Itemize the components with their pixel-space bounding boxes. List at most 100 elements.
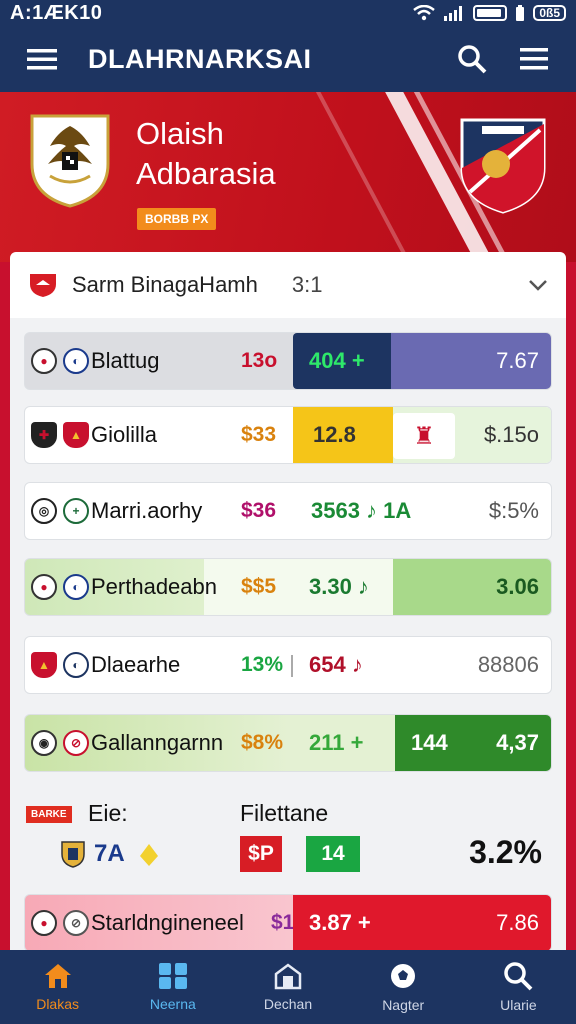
grid-icon [158,963,187,989]
nav-label: Neerna [149,996,196,1012]
team-name: Gallanngarnn [91,730,224,755]
nav-label: Dlakas [36,996,79,1012]
nav-item-grid[interactable]: Neerna [115,950,230,1024]
odds-value: 12.8 [293,407,393,463]
league-logo-icon [30,274,56,297]
menu-button[interactable] [22,39,62,79]
nav-item-home[interactable]: Dlakas [0,950,115,1024]
team-logo-icon: ● [31,574,57,600]
app-bar: DLAHRNARKSAI [0,26,576,92]
nav-item-stadium[interactable]: Dechan [230,950,345,1024]
team-name: Marri.aorhy [91,498,203,523]
match-row[interactable]: ● ⊘ Starldngineneel $1 3.87 + 7.86 [24,894,552,952]
team-logo-icon: ● [31,348,57,374]
team-name-line2: Adbarasia [136,156,276,191]
featured-match[interactable]: BARKE Eie: Filettane 7A $P 14 3.2% [10,786,566,904]
list-icon [520,48,548,70]
divider [291,655,293,677]
search-button[interactable] [452,39,492,79]
odds-right: $.15o [483,422,539,447]
match-list: ● ◐ Blattug 13o 404 + 7.67 ✚ ▲ Giolilla … [10,318,566,952]
odds-value-2: 144 [411,730,448,755]
chevron-down-icon [529,280,547,291]
odds-right: 88806 [477,652,539,677]
signal-icon [444,6,463,21]
match-row[interactable]: ◎ + Marri.aorhy $36 3563 ♪ 1A $:5% [24,482,552,540]
status-icons: 0ß5 [413,5,566,21]
match-row[interactable]: ◉ ⊘ Gallanngarnn $8% 211 + 144 4,37 [24,714,552,772]
team-logo-icon: ● [31,910,57,936]
team-name: Perthadeabn [91,574,217,599]
team-logo-icon: + [63,498,89,524]
team-logo-icon: ◉ [31,730,57,756]
odds-right: 7.86 [496,910,539,935]
nav-item-ball[interactable]: Nagter [346,950,461,1024]
team-logo-icon: ◐ [63,574,89,600]
status-time: A:1ÆK10 [10,1,103,24]
odds-value: 3563 ♪ 1A [311,498,412,523]
odds-value: 3.30 ♪ [309,574,369,599]
team-logo-icon: ◎ [31,498,57,524]
nav-label: Ularie [500,997,537,1013]
team-logo-icon [61,841,85,868]
status-bar: A:1ÆK10 0ß5 [0,0,576,26]
row-percent: 13% [241,653,284,676]
ball-icon [391,964,416,988]
team-hero: Olaish Adbarasia BORBB PX [0,92,576,262]
team-name: Olaish Adbarasia [136,114,276,194]
row-percent: $33 [241,423,277,446]
search-icon [458,45,487,74]
league-name: Sarm BinagaHamh [72,272,258,297]
team-logo-icon [140,844,158,866]
team-logo-icon: ♜ [393,413,455,459]
row-percent: $36 [241,499,277,522]
battery-small-icon [516,5,525,21]
team-logo-icon: ✚ [31,422,57,448]
match-row[interactable]: ● ◐ Blattug 13o 404 + 7.67 [24,332,552,390]
team-logo-icon: ▲ [63,422,89,448]
row-percent: $8% [241,731,284,754]
featured-label-2: Filettane [240,800,329,826]
team-name-line1: Olaish [136,116,224,151]
odds-value: 3.87 + [309,910,371,935]
team-logo-icon: ⊘ [63,730,89,756]
stadium-icon [274,963,302,990]
odds-right: $:5% [488,498,539,523]
team-name: Dlaearhe [91,652,181,677]
list-button[interactable] [514,39,554,79]
featured-value: 7A [94,840,125,867]
match-row[interactable]: ✚ ▲ Giolilla $33 12.8 ♜ $.15o [24,406,552,464]
team-logo-icon: ⊘ [63,910,89,936]
featured-label: Eie: [88,800,128,826]
row-percent: $$5 [241,575,277,598]
league-selector[interactable]: Sarm BinagaHamh 3:1 [10,252,566,318]
team-name: Starldngineneel [91,910,244,935]
match-row[interactable]: ▲ ◐ Dlaearhe 13% 654 ♪ 88806 [24,636,552,694]
team-logo-icon: ◐ [63,652,89,678]
featured-box-green: 14 [306,836,360,872]
odds-value: 404 + [293,333,391,389]
league-score: 3:1 [291,272,323,297]
battery-percent: 0ß5 [533,5,566,21]
nav-item-search[interactable]: Ularie [461,950,576,1024]
team-logo-icon: ▲ [31,652,57,678]
wifi-icon [413,5,436,21]
bottom-nav: Dlakas Neerna Dechan Nagter Ularie [0,950,576,1024]
nav-label: Dechan [263,996,313,1012]
home-crest-icon [30,114,110,208]
hamburger-icon [27,49,57,70]
team-name: Giolilla [91,422,158,447]
match-row[interactable]: ● ◐ Perthadeabn $$5 3.30 ♪ 3.06 [24,558,552,616]
home-icon [44,964,71,988]
odds-right: 7.67 [496,348,539,373]
away-crest-icon [460,118,546,214]
featured-big-value: 3.2% [469,834,542,870]
odds-right: 3.06 [496,574,539,599]
row-percent: 13o [241,349,278,372]
team-logo-icon: ◐ [63,348,89,374]
odds-value: 654 ♪ [309,652,363,677]
odds-right: 4,37 [496,730,539,755]
search-icon [504,962,533,991]
team-name: Blattug [91,348,160,373]
team-badge: BORBB PX [137,208,217,230]
